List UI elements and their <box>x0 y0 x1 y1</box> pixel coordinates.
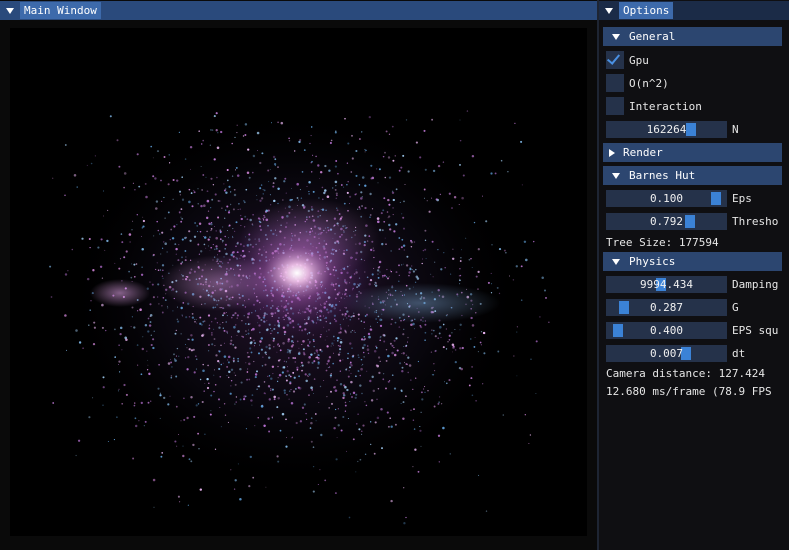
checkmark-icon <box>606 51 621 65</box>
checkbox-on2[interactable]: O(n^2) <box>606 73 669 93</box>
slider-grab[interactable] <box>710 192 721 205</box>
slider-row-eps: 0.100 Eps <box>606 189 752 208</box>
eps-squared-slider[interactable]: 0.400 <box>606 322 727 339</box>
expanded-arrow-icon <box>612 33 620 40</box>
slider-row-g: 0.287 G <box>606 298 739 317</box>
main-window: Main Window <box>0 0 597 550</box>
simulation-viewport[interactable] <box>10 28 587 536</box>
tree-size-text: Tree Size: 177594 <box>606 236 719 249</box>
physics-header[interactable]: Physics <box>603 252 782 271</box>
slider-value: 0.287 <box>649 301 684 314</box>
slider-label: G <box>732 301 739 314</box>
slider-value: 0.100 <box>649 192 684 205</box>
slider-label: N <box>732 123 739 136</box>
physics-header-label: Physics <box>629 255 676 268</box>
checkbox-gpu[interactable]: Gpu <box>606 50 649 70</box>
slider-grab[interactable] <box>686 123 697 136</box>
slider-label: Thresho <box>732 215 779 228</box>
slider-label: dt <box>732 347 746 360</box>
render-header-label: Render <box>623 146 663 159</box>
main-window-title-bar[interactable]: Main Window <box>0 1 597 20</box>
slider-value: 0.007 <box>649 347 684 360</box>
slider-row-eps-squared: 0.400 EPS squ <box>606 321 778 340</box>
dt-slider[interactable]: 0.007 <box>606 345 727 362</box>
checkbox-interaction[interactable]: Interaction <box>606 96 702 116</box>
render-header[interactable]: Render <box>603 143 782 162</box>
checkbox-box[interactable] <box>606 97 624 115</box>
slider-value: 0.400 <box>649 324 684 337</box>
slider-row-dt: 0.007 dt <box>606 344 745 363</box>
checkbox-box[interactable] <box>606 51 624 69</box>
status-strip <box>0 541 597 550</box>
collapse-arrow-icon[interactable] <box>6 7 14 14</box>
slider-row-damping: 9994.434 Damping <box>606 275 778 294</box>
options-window: Options General Gpu O(n^2) Interaction 1… <box>599 0 789 550</box>
damping-slider[interactable]: 9994.434 <box>606 276 727 293</box>
general-header-label: General <box>629 30 676 43</box>
slider-value: 0.792 <box>649 215 684 228</box>
checkbox-label: Interaction <box>629 99 702 113</box>
expanded-arrow-icon <box>612 172 620 179</box>
checkbox-label: Gpu <box>629 53 649 67</box>
collapse-arrow-icon[interactable] <box>605 7 613 14</box>
options-title-bar[interactable]: Options <box>599 1 789 20</box>
frame-time-text: 12.680 ms/frame (78.9 FPS <box>606 385 772 398</box>
slider-label: EPS squ <box>732 324 779 337</box>
slider-grab[interactable] <box>613 324 624 337</box>
collapsed-arrow-icon <box>609 148 615 157</box>
slider-label: Damping <box>732 278 779 291</box>
galaxy-render <box>49 108 550 525</box>
barnes-hut-header-label: Barnes Hut <box>629 169 696 182</box>
options-title: Options <box>619 2 674 19</box>
n-slider[interactable]: 162264 <box>606 121 727 138</box>
camera-distance-text: Camera distance: 127.424 <box>606 367 765 380</box>
slider-grab[interactable] <box>685 215 696 228</box>
expanded-arrow-icon <box>612 258 620 265</box>
barnes-hut-header[interactable]: Barnes Hut <box>603 166 782 185</box>
slider-label: Eps <box>732 192 752 205</box>
main-window-title: Main Window <box>20 2 101 19</box>
slider-row-threshold: 0.792 Thresho <box>606 212 778 231</box>
general-header[interactable]: General <box>603 27 782 46</box>
threshold-slider[interactable]: 0.792 <box>606 213 727 230</box>
eps-slider[interactable]: 0.100 <box>606 190 727 207</box>
slider-value: 162264 <box>646 123 687 136</box>
checkbox-box[interactable] <box>606 74 624 92</box>
slider-grab[interactable] <box>618 301 629 314</box>
slider-value: 9994.434 <box>640 278 693 291</box>
slider-row-n: 162264 N <box>606 120 739 139</box>
g-slider[interactable]: 0.287 <box>606 299 727 316</box>
checkbox-label: O(n^2) <box>629 76 669 90</box>
